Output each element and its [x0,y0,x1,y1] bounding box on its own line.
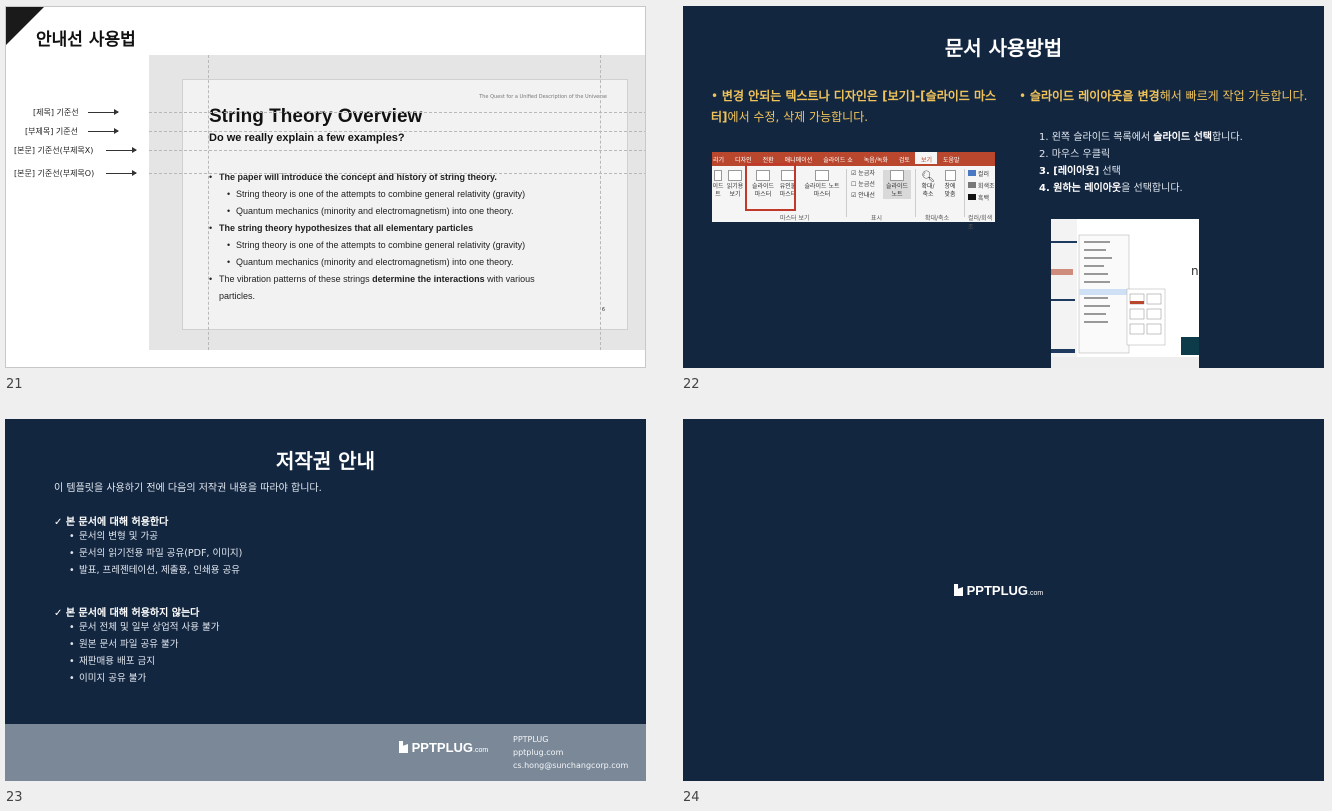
ribbon-tab: 슬라이드 쇼 [823,157,853,164]
inner-slide: The Quest for a Unified Description of t… [182,79,628,330]
allowed-list: 문서의 변형 및 가공 문서의 읽기전용 파일 공유(PDF, 이미지) 발표,… [69,528,242,579]
left-bullet: • 변경 안되는 텍스트나 디자인은 [보기]-[슬라이드 마스터]에서 수정,… [711,89,997,124]
ribbon-item: 이드 트 [712,170,724,199]
guide-line-vertical [208,55,209,350]
guide-line-horizontal [149,131,645,132]
ribbon-color-option: 회색조 [968,182,994,191]
footer-bar: PPTPLUG.com PPTPLUG pptplug.com cs.hong@… [5,724,646,781]
step-item: 4. 원하는 레이아웃을 선택합니다. [1039,183,1183,194]
highlight-box [745,163,796,211]
ribbon-separator [846,169,847,217]
list-item: Quantum mechanics (minority and electrom… [205,254,625,271]
list-item: 재판매용 배포 금지 [69,653,219,670]
brand-logo: PPTPLUG.com [954,583,1043,598]
slide-number: 24 [683,790,700,805]
list-item: The paper will introduce the concept and… [205,169,625,186]
ribbon-tab: 검토 [898,157,910,164]
list-item: 원본 문서 파일 공유 불가 [69,636,219,653]
ribbon-tab-active: 보기 [914,152,937,164]
inner-subtitle: Do we really explain a few examples? [209,132,405,144]
guide-line-vertical [600,55,601,350]
contact-line: pptplug.com [513,748,564,757]
guide-label-subtitle: [부제목] 기준선 [25,127,78,136]
arrow-icon [106,170,137,176]
guide-label-body-sub: [본문] 기준선(부제목O) [14,169,95,178]
list-item: Quantum mechanics (minority and electrom… [205,203,625,220]
slide-number: 23 [6,790,23,805]
ribbon-separator [964,169,965,217]
arrow-icon [88,128,119,134]
ribbon-checkbox: ☑ 눈금자 [851,170,875,177]
arrow-icon [106,147,137,153]
ribbon-group-label: 확대/축소 [925,215,950,222]
contact-line: PPTPLUG [513,735,549,744]
slide-thumbnail-24[interactable]: PPTPLUG.com [683,419,1324,781]
ribbon-tab: 녹음/녹화 [863,157,888,164]
ribbon-tab: 도움말 [942,157,960,164]
list-item: 발표, 프레젠테이션, 제출용, 인쇄용 공유 [69,562,242,579]
denied-heading: ✓ 본 문서에 대해 허용하지 않는다 [54,608,200,619]
ribbon-item: 슬라이드 노트 [883,170,911,199]
list-item: The vibration patterns of these strings … [205,271,625,288]
list-item: 이미지 공유 불가 [69,670,219,687]
ribbon-group-label: 마스터 보기 [780,215,810,222]
ribbon-item: 읽기용 보기 [724,170,746,199]
inner-body: The paper will introduce the concept and… [205,169,625,305]
contact-info: PPTPLUG pptplug.com cs.hong@sunchangcorp… [513,733,628,772]
step-item: 3. [레이아웃] 선택 [1039,166,1121,177]
inner-page-number: 6 [601,307,605,313]
list-item: The string theory hypothesizes that all … [205,220,625,237]
list-item: 문서 전체 및 일부 상업적 사용 불가 [69,619,219,636]
slide-thumbnail-22[interactable]: 문서 사용방법 • 변경 안되는 텍스트나 디자인은 [보기]-[슬라이드 마스… [683,6,1324,368]
slide-number: 21 [6,377,23,392]
step-item: 2. 마우스 우클릭 [1039,149,1111,160]
list-item-continued: particles. [219,291,256,301]
slide-thumbnail-21[interactable]: 안내선 사용법 The Quest for a Unified Descript… [5,6,646,368]
denied-list: 문서 전체 및 일부 상업적 사용 불가 원본 문서 파일 공유 불가 재판매용… [69,619,219,687]
steps-list: 1. 왼쪽 슬라이드 목록에서 슬라이드 선택합니다. 2. 마우스 우클릭 3… [1039,129,1243,197]
zoom-icon: 🔍︎ 확대/ 축소 [921,170,935,198]
plug-icon [954,584,963,596]
brand-logo: PPTPLUG.com [399,740,488,755]
list-item: String theory is one of the attempts to … [205,186,625,203]
right-bullet: • 슬라이드 레이아웃을 변경해서 빠르게 작업 가능합니다. [1019,89,1308,103]
inner-top-label: The Quest for a Unified Description of t… [479,94,607,100]
svg-text:n: n [1191,264,1199,278]
layout-menu-image: n [1051,219,1199,368]
guide-line-horizontal [149,173,645,174]
ribbon-color-option: 컬러 [968,170,989,179]
ribbon-checkbox: ☑ 안내선 [851,192,875,199]
ribbon-group-label: 표시 [871,215,883,222]
guide-label-body-nosub: [본문] 기준선(부제목X) [14,146,94,155]
list-item: String theory is one of the attempts to … [205,237,625,254]
inner-title: String Theory Overview [209,106,423,127]
fit-icon: 창에 맞춤 [940,170,960,199]
ribbon-screenshot: 리기 디자인 전환 애니메이션 슬라이드 쇼 녹음/녹화 검토 보기 도움말 이드 트 읽기용 … [712,152,995,231]
ribbon-group-label: 컬러/회색조 [968,215,993,231]
ribbon-tab: 리기 [713,157,725,164]
ribbon-color-option: 흑백 [968,194,989,203]
step-item: 1. 왼쪽 슬라이드 목록에서 슬라이드 선택합니다. [1039,132,1243,143]
list-item: 문서의 변형 및 가공 [69,528,242,545]
ribbon-separator [915,169,916,217]
ribbon-item: 슬라이드 노트 마스터 [800,170,844,199]
slide-title: 문서 사용방법 [944,36,1063,60]
ribbon-checkbox: ☐ 눈금선 [851,181,875,188]
guide-label-title: [제목] 기준선 [33,108,79,117]
intro-text: 이 템플릿을 사용하기 전에 다음의 저작권 내용을 따라야 합니다. [54,483,322,494]
guide-line-horizontal [149,112,645,113]
slide-title: 저작권 안내 [276,449,375,473]
arrow-icon [88,109,119,115]
list-item: 문서의 읽기전용 파일 공유(PDF, 이미지) [69,545,242,562]
allowed-heading: ✓ 본 문서에 대해 허용한다 [54,517,169,528]
slide-number: 22 [683,377,700,392]
layout-menu-screenshot: n [1051,219,1199,368]
plug-icon [399,741,408,753]
slide-thumbnail-23[interactable]: 저작권 안내 이 템플릿을 사용하기 전에 다음의 저작권 내용을 따라야 합니… [5,419,646,781]
slide-title: 안내선 사용법 [36,30,136,50]
guide-line-horizontal [149,150,645,151]
contact-line: cs.hong@sunchangcorp.com [513,761,629,770]
